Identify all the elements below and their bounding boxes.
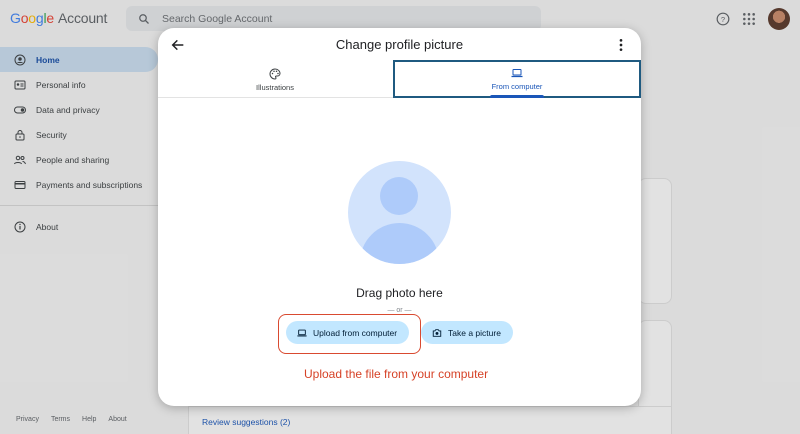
avatar-head (380, 177, 418, 215)
footer-links: Privacy Terms Help About (16, 416, 127, 423)
sidebar-item-label: About (36, 221, 59, 232)
sidebar-item-home[interactable]: Home (0, 47, 158, 72)
lock-icon (14, 129, 26, 141)
id-card-icon (14, 79, 26, 91)
home-person-icon (14, 54, 26, 66)
card-icon (14, 179, 26, 191)
sidebar-item-label: Payments and subscriptions (36, 179, 143, 190)
button-label: Upload from computer (313, 327, 398, 338)
info-icon (14, 221, 26, 233)
picture-source-tabs: Illustrations From computer (158, 60, 641, 98)
camera-icon (432, 328, 442, 337)
account-avatar[interactable] (768, 8, 790, 30)
logo-google: Google (10, 10, 54, 26)
palette-icon (269, 68, 281, 80)
annotation-text: Upload the file from your computer (304, 367, 489, 381)
people-icon (14, 154, 26, 166)
change-profile-picture-dialog: Change profile picture Illustrations Fro… (158, 28, 641, 406)
or-separator: — or — (387, 307, 412, 314)
sidebar-item-personal-info[interactable]: Personal info (0, 72, 158, 97)
svg-text:?: ? (721, 15, 725, 24)
tab-label: From computer (491, 82, 543, 91)
avatar-body (360, 223, 439, 264)
search-placeholder: Search Google Account (162, 12, 273, 25)
sidebar-item-label: People and sharing (36, 154, 110, 165)
google-account-logo[interactable]: Google Account (10, 10, 107, 26)
upload-from-computer-button[interactable]: Upload from computer (286, 321, 409, 344)
more-options-icon[interactable] (617, 38, 625, 52)
sidebar-item-label: Security (36, 129, 67, 140)
take-a-picture-button[interactable]: Take a picture (421, 321, 513, 344)
sidebar-nav: Home Personal info Data and privacy Secu… (0, 47, 158, 427)
default-avatar-placeholder (348, 161, 451, 264)
apps-grid-icon[interactable] (742, 12, 756, 26)
sidebar-divider (0, 205, 158, 206)
background-card (638, 178, 672, 304)
logo-letter: e (46, 10, 54, 26)
sidebar-item-security[interactable]: Security (0, 122, 158, 147)
sidebar-item-about[interactable]: About (0, 214, 158, 239)
footer-link-privacy[interactable]: Privacy (16, 416, 39, 423)
sidebar-item-label: Data and privacy (36, 104, 100, 115)
tab-from-computer[interactable]: From computer (393, 60, 641, 98)
selected-tab-indicator (490, 95, 544, 98)
toggle-icon (14, 104, 26, 116)
logo-letter: o (28, 10, 36, 26)
drag-photo-text: Drag photo here (356, 286, 443, 300)
search-icon (139, 13, 149, 24)
dialog-title: Change profile picture (335, 37, 464, 52)
logo-account: Account (58, 10, 108, 26)
review-suggestions-link[interactable]: Review suggestions (2) (202, 417, 290, 427)
footer-link-terms[interactable]: Terms (51, 416, 70, 423)
sidebar-item-label: Home (36, 54, 60, 65)
laptop-icon (297, 329, 307, 336)
footer-link-help[interactable]: Help (82, 416, 96, 423)
tab-illustrations[interactable]: Illustrations (158, 62, 392, 98)
help-icon[interactable]: ? (716, 12, 730, 26)
tab-label: Illustrations (256, 83, 294, 92)
button-label: Take a picture (448, 327, 501, 338)
footer-link-about[interactable]: About (108, 416, 126, 423)
sidebar-item-people-sharing[interactable]: People and sharing (0, 147, 158, 172)
sidebar-item-payments[interactable]: Payments and subscriptions (0, 172, 158, 197)
dialog-header: Change profile picture (158, 28, 641, 62)
laptop-icon (511, 69, 523, 78)
sidebar-item-data-privacy[interactable]: Data and privacy (0, 97, 158, 122)
logo-letter: G (10, 10, 21, 26)
sidebar-item-label: Personal info (36, 79, 86, 90)
